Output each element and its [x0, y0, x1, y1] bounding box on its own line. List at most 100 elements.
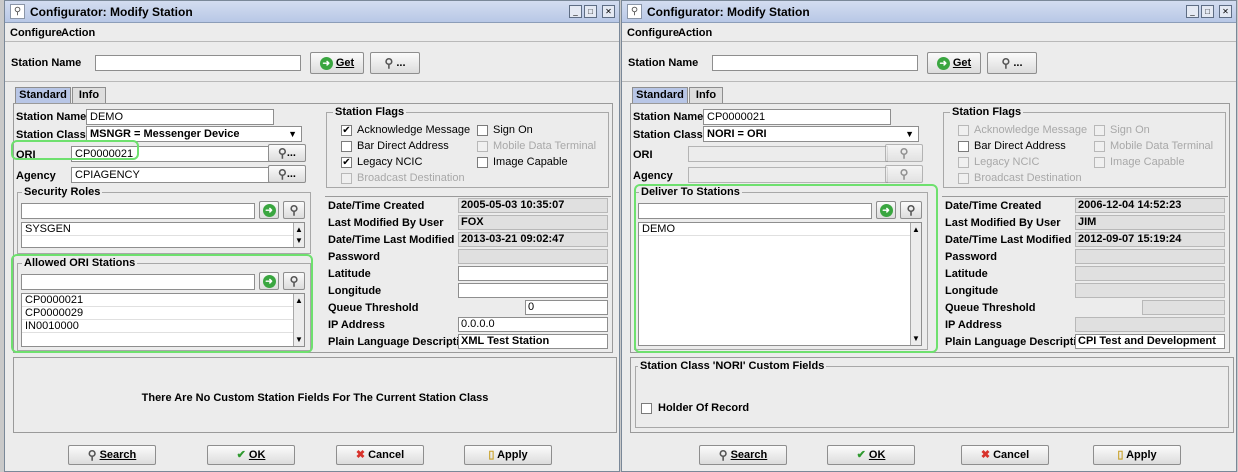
ori-lookup-button[interactable]: ⚲... — [268, 144, 306, 162]
image-capable-checkbox[interactable] — [477, 157, 488, 168]
search-button[interactable]: ⚲ Search — [699, 445, 787, 465]
info-row-created: Date/Time Created 2006-12-04 14:52:23 — [942, 197, 1228, 214]
lookup-button-label: ... — [396, 57, 406, 69]
latitude-field — [1075, 266, 1225, 281]
agency-label: Agency — [633, 170, 673, 182]
station-class-select[interactable]: NORI = ORI ▼ — [703, 126, 919, 142]
get-button[interactable]: ➜ Get — [927, 52, 981, 74]
agency-field — [688, 167, 888, 183]
ip-address-field[interactable]: 0.0.0.0 — [458, 317, 608, 332]
station-name-search-input[interactable] — [95, 55, 301, 71]
security-roles-input[interactable] — [21, 203, 255, 219]
close-icon[interactable]: ✕ — [1219, 5, 1232, 18]
red-x-icon: ✖ — [355, 449, 366, 461]
holder-of-record-checkbox[interactable] — [641, 403, 652, 414]
cancel-button[interactable]: ✖ Cancel — [336, 445, 424, 465]
menu-action[interactable]: Action — [61, 27, 95, 39]
lookup-button[interactable]: ⚲ ... — [987, 52, 1037, 74]
info-value: 2013-03-21 09:02:47 — [458, 232, 608, 247]
minimize-icon[interactable]: _ — [569, 5, 582, 18]
minimize-icon[interactable]: _ — [1186, 5, 1199, 18]
info-row-password: Password — [942, 248, 1228, 265]
security-roles-list[interactable]: SYSGEN ▲ ▼ — [21, 222, 305, 248]
info-value: JIM — [1075, 215, 1225, 230]
tab-standard[interactable]: Standard — [632, 87, 688, 103]
mdt-label: Mobile Data Terminal — [493, 140, 597, 152]
info-key: Queue Threshold — [328, 302, 419, 314]
flashlight-icon: ⚲ — [87, 448, 97, 463]
ori-highlight — [11, 140, 139, 160]
scroll-down-icon[interactable]: ▼ — [295, 236, 303, 245]
station-name-search-input[interactable] — [712, 55, 918, 71]
menu-action[interactable]: Action — [678, 27, 712, 39]
scrollbar[interactable]: ▲ ▼ — [293, 223, 304, 247]
window-title: Configurator: Modify Station — [30, 5, 193, 19]
custom-fields-group: Station Class 'NORI' Custom Fields Holde… — [635, 360, 1229, 428]
mdt-checkbox — [477, 141, 488, 152]
flashlight-icon: ⚲ — [899, 167, 909, 182]
lookup-button[interactable]: ⚲ ... — [370, 52, 420, 74]
ack-checkbox[interactable]: ✔ — [341, 125, 352, 136]
description-field[interactable]: XML Test Station — [458, 334, 608, 349]
legacy-ncic-checkbox[interactable]: ✔ — [341, 157, 352, 168]
password-field[interactable] — [458, 249, 608, 264]
agency-lookup-button[interactable]: ⚲... — [268, 165, 306, 183]
info-row-created: Date/Time Created 2005-05-03 10:35:07 — [325, 197, 611, 214]
maximize-icon[interactable]: □ — [584, 5, 597, 18]
info-row-longitude: Longitude — [325, 282, 611, 299]
ok-button-label: OK — [248, 449, 266, 461]
queue-threshold-field[interactable]: 0 — [525, 300, 608, 315]
station-flags-title: Station Flags — [333, 106, 407, 118]
ok-button[interactable]: ✔ OK — [827, 445, 915, 465]
ok-button[interactable]: ✔ OK — [207, 445, 295, 465]
tab-info[interactable]: Info — [689, 87, 723, 103]
info-key: Date/Time Last Modified — [328, 234, 455, 246]
latitude-field[interactable] — [458, 266, 608, 281]
get-button[interactable]: ➜ Get — [310, 52, 364, 74]
password-field — [1075, 249, 1225, 264]
mdt-checkbox — [1094, 141, 1105, 152]
menu-configure[interactable]: Configure — [627, 27, 679, 39]
list-item[interactable]: SYSGEN — [22, 223, 304, 236]
broadcast-checkbox — [958, 173, 969, 184]
station-class-value: NORI = ORI — [707, 128, 767, 140]
search-button-label: Search — [99, 449, 137, 461]
custom-fields-panel: Station Class 'NORI' Custom Fields Holde… — [630, 357, 1234, 433]
longitude-field[interactable] — [458, 283, 608, 298]
apply-button[interactable]: ▯ Apply — [464, 445, 552, 465]
flashlight-icon: ⚲ — [289, 203, 299, 218]
checkmark-icon: ✔ — [236, 449, 246, 461]
security-lookup-button[interactable]: ⚲ — [283, 201, 305, 219]
ori-field — [688, 146, 888, 162]
get-button-label: Get — [952, 57, 972, 69]
agency-field[interactable]: CPIAGENCY — [71, 167, 271, 183]
scroll-up-icon[interactable]: ▲ — [295, 225, 303, 234]
search-button[interactable]: ⚲ Search — [68, 445, 156, 465]
info-key: IP Address — [328, 319, 385, 331]
tab-standard[interactable]: Standard — [15, 87, 71, 103]
info-row-latitude: Latitude — [942, 265, 1228, 282]
green-go-icon: ➜ — [936, 56, 950, 70]
tab-info[interactable]: Info — [72, 87, 106, 103]
description-field[interactable]: CPI Test and Development — [1075, 334, 1225, 349]
menu-configure[interactable]: Configure — [10, 27, 62, 39]
ori-label: ORI — [633, 149, 653, 161]
green-go-icon: ➜ — [319, 56, 333, 70]
info-key: Longitude — [945, 285, 999, 297]
bar-direct-checkbox[interactable] — [341, 141, 352, 152]
apply-button[interactable]: ▯ Apply — [1093, 445, 1181, 465]
sign-on-checkbox[interactable] — [477, 125, 488, 136]
security-add-button[interactable]: ➜ — [259, 201, 279, 219]
station-flags-group: Station Flags ✔ Acknowledge Message Bar … — [326, 106, 609, 188]
menu-bar: Configure Action — [5, 24, 619, 42]
title-bar: ⚲ Configurator: Modify Station _ □ ✕ — [622, 1, 1236, 23]
info-value: 2006-12-04 14:52:23 — [1075, 198, 1225, 213]
maximize-icon[interactable]: □ — [1201, 5, 1214, 18]
info-key: Last Modified By User — [328, 217, 444, 229]
station-name-field[interactable]: CP0000021 — [703, 109, 891, 125]
close-icon[interactable]: ✕ — [602, 5, 615, 18]
bar-direct-checkbox[interactable] — [958, 141, 969, 152]
station-name-field[interactable]: DEMO — [86, 109, 274, 125]
info-row-modified-user: Last Modified By User FOX — [325, 214, 611, 231]
cancel-button[interactable]: ✖ Cancel — [961, 445, 1049, 465]
